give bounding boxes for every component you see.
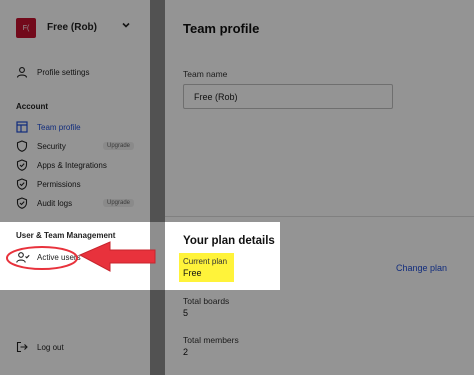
annotation-arrow-icon (6, 241, 156, 272)
